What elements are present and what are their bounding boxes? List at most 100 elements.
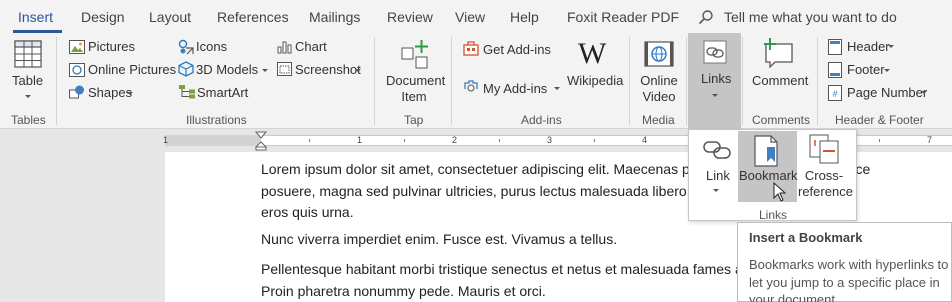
- table-button[interactable]: Table: [12, 73, 43, 89]
- link-button[interactable]: Link: [706, 168, 730, 184]
- my-addins-button[interactable]: My Add-ins: [483, 81, 547, 96]
- icons-icon: [178, 39, 194, 55]
- wikipedia-logo-icon: W: [578, 37, 607, 70]
- comment-icon: [764, 38, 793, 68]
- tab-layout[interactable]: Layout: [149, 9, 191, 25]
- ruler-number: 4: [642, 135, 648, 145]
- tooltip-title: Insert a Bookmark: [749, 230, 863, 245]
- footer-dropdown-caret[interactable]: [884, 69, 890, 72]
- ruler-number: 7: [927, 135, 933, 145]
- tab-references[interactable]: References: [217, 9, 289, 25]
- links-dropdown-panel: Link Bookmark Cross- reference Links: [688, 129, 857, 222]
- group-separator: [451, 37, 452, 125]
- header-button[interactable]: Header: [847, 39, 890, 54]
- links-dropdown-caret: [712, 94, 718, 97]
- icons-button[interactable]: Icons: [196, 39, 227, 54]
- 3d-models-button[interactable]: 3D Models: [196, 62, 258, 77]
- table-icon: [14, 40, 42, 68]
- ruler-left-margin: [165, 135, 261, 146]
- get-addins-button[interactable]: Get Add-ins: [483, 42, 551, 57]
- tab-insert[interactable]: Insert: [18, 9, 53, 25]
- tooltip-body: Bookmarks work with hyperlinks to let yo…: [749, 257, 949, 302]
- document-item-button[interactable]: Document Item: [386, 73, 446, 105]
- store-icon: [463, 41, 479, 56]
- footer-icon: [828, 62, 842, 78]
- ruler-tick: [594, 139, 595, 142]
- online-video-label-1: Online: [640, 73, 678, 88]
- document-item-label-1: Document: [386, 73, 446, 88]
- shapes-button[interactable]: Shapes: [88, 85, 132, 100]
- group-label-media: Media: [642, 113, 675, 127]
- document-item-label-2: Item: [401, 89, 427, 104]
- group-label-tap: Tap: [404, 113, 424, 127]
- header-dropdown-caret[interactable]: [888, 45, 894, 48]
- ruler-number: 3: [547, 135, 553, 145]
- tab-review[interactable]: Review: [387, 9, 433, 25]
- group-separator: [629, 37, 630, 125]
- bookmark-tooltip: Insert a Bookmark Bookmarks work with hy…: [737, 222, 952, 302]
- group-separator: [56, 37, 57, 125]
- lightbulb-search-icon[interactable]: [698, 9, 714, 25]
- page-number-dropdown-caret[interactable]: [921, 91, 927, 94]
- ruler-number: 1: [163, 135, 169, 145]
- links-icon: [703, 40, 727, 64]
- my-addins-dropdown-caret[interactable]: [554, 87, 560, 90]
- link-icon: [703, 141, 731, 159]
- link-dropdown-caret[interactable]: [713, 189, 719, 192]
- indent-marker-icon[interactable]: [255, 131, 267, 151]
- tab-design[interactable]: Design: [81, 9, 125, 25]
- page-number-button[interactable]: Page Number: [847, 85, 927, 100]
- tab-help[interactable]: Help: [510, 9, 539, 25]
- chart-button[interactable]: Chart: [295, 39, 327, 54]
- cross-reference-button[interactable]: Cross- reference: [798, 168, 853, 200]
- smartart-button[interactable]: SmartArt: [197, 85, 248, 100]
- document-item-icon: [401, 40, 428, 69]
- group-label-header-footer: Header & Footer: [835, 113, 924, 127]
- my-addins-icon: [464, 80, 478, 92]
- header-icon: [828, 39, 842, 55]
- group-separator: [742, 37, 743, 125]
- cross-reference-label-1: Cross-: [804, 168, 844, 183]
- screenshot-icon: [277, 62, 292, 76]
- ruler-number: 2: [452, 135, 458, 145]
- comment-button[interactable]: Comment: [752, 73, 808, 89]
- ruler-tick: [404, 139, 405, 142]
- online-pictures-icon: [69, 63, 85, 77]
- pictures-icon: [69, 40, 85, 54]
- tab-view[interactable]: View: [455, 9, 485, 25]
- group-label-comments: Comments: [752, 113, 811, 127]
- 3d-models-icon: [178, 61, 194, 77]
- online-video-icon: [644, 41, 674, 67]
- shapes-dropdown-caret[interactable]: [127, 92, 133, 95]
- tab-mailings[interactable]: Mailings: [309, 9, 360, 25]
- svg-text:#: #: [832, 89, 837, 99]
- table-dropdown-caret[interactable]: [25, 95, 31, 98]
- 3d-models-dropdown-caret[interactable]: [262, 69, 268, 72]
- pictures-button[interactable]: Pictures: [88, 39, 135, 54]
- footer-button[interactable]: Footer: [847, 62, 885, 77]
- links-label: Links: [701, 71, 732, 86]
- online-video-button[interactable]: Online Video: [639, 73, 679, 105]
- group-separator: [374, 37, 375, 125]
- cross-reference-icon: [809, 134, 839, 164]
- group-separator: [817, 37, 818, 125]
- wikipedia-button[interactable]: Wikipedia: [567, 73, 623, 89]
- links-button[interactable]: Links: [688, 33, 741, 129]
- screenshot-button[interactable]: Screenshot: [295, 62, 361, 77]
- group-label-illustrations: Illustrations: [186, 113, 247, 127]
- page-number-icon: #: [828, 85, 842, 101]
- tell-me-input[interactable]: Tell me what you want to do: [724, 9, 897, 25]
- tab-foxit-reader-pdf[interactable]: Foxit Reader PDF: [567, 9, 679, 25]
- shapes-icon: [69, 85, 84, 99]
- screenshot-dropdown-caret[interactable]: [355, 69, 361, 72]
- online-pictures-button[interactable]: Online Pictures: [88, 62, 176, 77]
- bookmark-button[interactable]: Bookmark: [739, 168, 798, 184]
- group-label-tables: Tables: [11, 113, 46, 127]
- mouse-cursor-icon: [773, 182, 787, 202]
- bookmark-icon: [754, 135, 778, 167]
- links-group-label: Links: [759, 208, 788, 222]
- ribbon-tabs: Insert Design Layout References Mailings…: [0, 0, 952, 33]
- online-video-label-2: Video: [642, 89, 676, 104]
- smartart-icon: [179, 85, 195, 99]
- ruler-number: 1: [357, 135, 363, 145]
